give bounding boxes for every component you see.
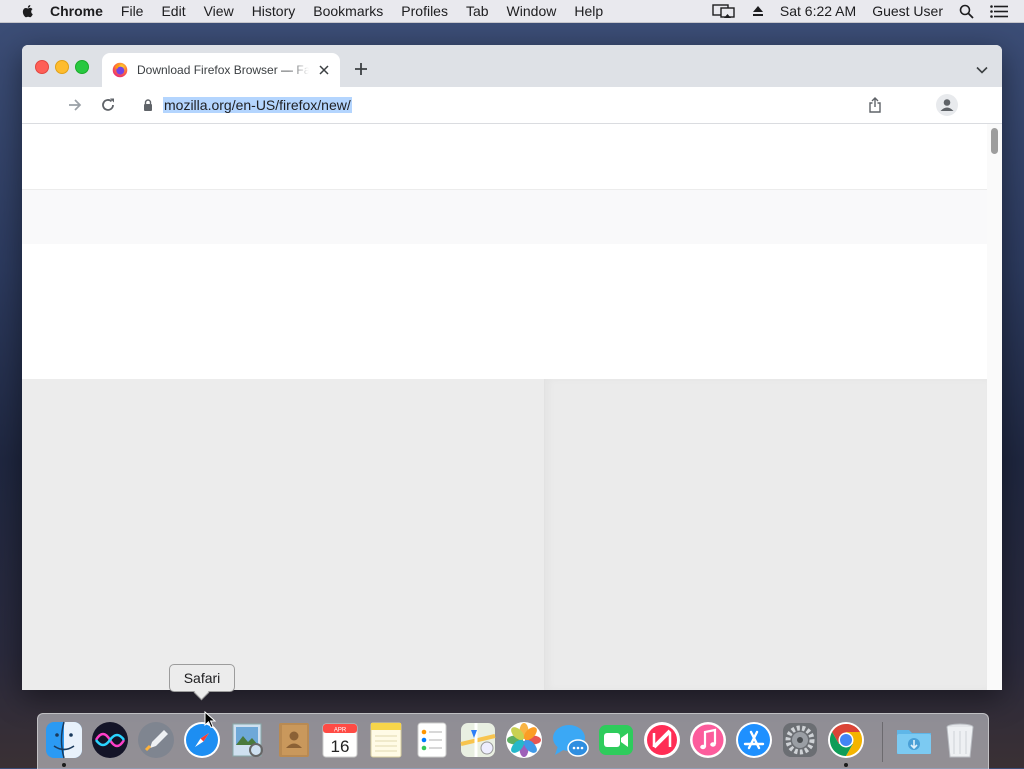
tab-search-chevron-icon[interactable]	[976, 66, 988, 74]
mouse-cursor-icon	[204, 711, 216, 729]
maps-icon[interactable]	[458, 720, 498, 760]
spotlight-search-icon[interactable]	[959, 4, 974, 19]
siri-icon[interactable]	[90, 720, 130, 760]
safari-icon[interactable]	[182, 720, 222, 760]
preview-icon[interactable]	[228, 720, 268, 760]
person-icon	[940, 99, 954, 111]
browser-window: Download Firefox Browser — Fast, Private…	[22, 45, 1002, 690]
dock-tooltip: Safari	[169, 664, 235, 692]
trash-icon[interactable]	[940, 720, 980, 760]
menu-user[interactable]: Guest User	[872, 3, 943, 19]
menu-help[interactable]: Help	[574, 3, 603, 19]
menu-app-chrome[interactable]: Chrome	[50, 3, 103, 19]
downloads-folder-icon[interactable]	[894, 720, 934, 760]
news-icon[interactable]	[642, 720, 682, 760]
photos-icon[interactable]	[504, 720, 544, 760]
menu-file[interactable]: File	[121, 3, 144, 19]
scrollbar-thumb[interactable]	[991, 128, 998, 154]
tab-title: Download Firefox Browser — Fast, Private…	[137, 63, 309, 77]
forward-arrow-icon[interactable]	[68, 98, 82, 112]
music-icon[interactable]	[688, 720, 728, 760]
page-hero-area	[22, 244, 987, 379]
contacts-icon[interactable]	[274, 720, 314, 760]
menu-window[interactable]: Window	[507, 3, 557, 19]
airplay-display-icon[interactable]	[712, 3, 736, 19]
window-zoom-button[interactable]	[75, 60, 89, 74]
menu-view[interactable]: View	[204, 3, 234, 19]
page-left-panel	[22, 379, 545, 690]
chrome-icon[interactable]	[826, 720, 866, 760]
apple-menu-icon[interactable]	[20, 3, 36, 19]
tab-close-icon[interactable]	[318, 64, 330, 76]
page-right-panel	[545, 379, 987, 690]
menu-tab[interactable]: Tab	[466, 3, 489, 19]
new-tab-icon[interactable]	[354, 62, 368, 76]
firefox-favicon-icon	[112, 62, 128, 78]
page-banner-area	[22, 190, 987, 244]
address-bar-url[interactable]: mozilla.org/en-US/firefox/new/	[163, 97, 352, 113]
chrome-running-indicator	[844, 763, 848, 767]
eject-icon[interactable]	[752, 5, 764, 17]
browser-toolbar: mozilla.org/en-US/firefox/new/	[22, 87, 1002, 124]
dock: APR 16	[37, 713, 989, 769]
messages-icon[interactable]	[550, 720, 590, 760]
menu-profiles[interactable]: Profiles	[401, 3, 448, 19]
scrollbar-track[interactable]	[987, 124, 1002, 690]
page-header-area	[22, 124, 987, 190]
menu-bar: Chrome File Edit View History Bookmarks …	[0, 0, 1024, 23]
notification-center-icon[interactable]	[990, 4, 1008, 18]
finder-icon[interactable]	[44, 720, 84, 760]
tab-firefox-download[interactable]: Download Firefox Browser — Fast, Private…	[102, 53, 340, 87]
reload-icon[interactable]	[100, 97, 116, 113]
finder-running-indicator	[62, 763, 66, 767]
reminders-icon[interactable]	[412, 720, 452, 760]
facetime-icon[interactable]	[596, 720, 636, 760]
lock-icon[interactable]	[143, 99, 153, 111]
menu-bookmarks[interactable]: Bookmarks	[313, 3, 383, 19]
page-content[interactable]	[22, 124, 987, 690]
menu-clock[interactable]: Sat 6:22 AM	[780, 3, 856, 19]
profile-avatar-button[interactable]	[936, 94, 958, 116]
share-icon[interactable]	[868, 97, 882, 113]
menu-edit[interactable]: Edit	[161, 3, 185, 19]
app-store-icon[interactable]	[734, 720, 774, 760]
menu-history[interactable]: History	[252, 3, 296, 19]
calendar-month-label: APR	[334, 728, 347, 734]
tab-strip: Download Firefox Browser — Fast, Private…	[22, 45, 1002, 87]
calendar-day-label: 16	[331, 737, 350, 756]
calendar-icon[interactable]: APR 16	[320, 720, 360, 760]
window-minimize-button[interactable]	[55, 60, 69, 74]
window-close-button[interactable]	[35, 60, 49, 74]
launchpad-icon[interactable]	[136, 720, 176, 760]
notes-icon[interactable]	[366, 720, 406, 760]
dock-separator	[882, 722, 883, 762]
system-preferences-icon[interactable]	[780, 720, 820, 760]
